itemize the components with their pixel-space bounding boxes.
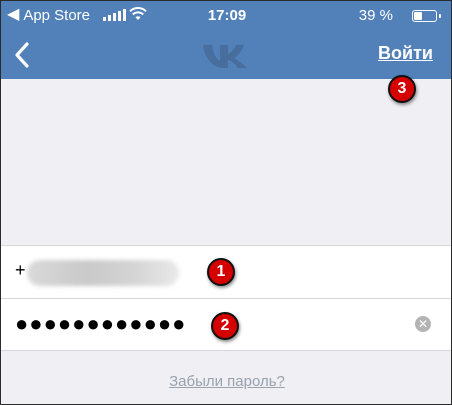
battery-icon [412,10,441,22]
forgot-password-link[interactable]: Забыли пароль? [1,373,451,390]
login-button[interactable]: Войти [378,43,433,64]
phone-number-blurred [27,260,179,286]
app-screen: ◀ App Store 17:09 39 % Войти + ●●●●●●●●●… [0,0,452,405]
navigation-bar: Войти [1,31,451,79]
battery-fill [414,12,422,20]
phone-prefix: + [15,260,26,280]
password-masked-value: ●●●●●●●●●●●● [15,311,187,336]
status-bar: ◀ App Store 17:09 39 % [1,1,451,31]
annotation-badge-2: 2 [211,312,239,340]
vk-logo-icon [203,45,247,68]
clear-circle-icon[interactable]: ✕ [415,316,431,332]
annotation-badge-1: 1 [207,258,235,286]
chevron-left-icon[interactable] [9,39,37,71]
battery-percent: 39 % [358,7,393,24]
annotation-badge-3: 3 [388,75,416,103]
